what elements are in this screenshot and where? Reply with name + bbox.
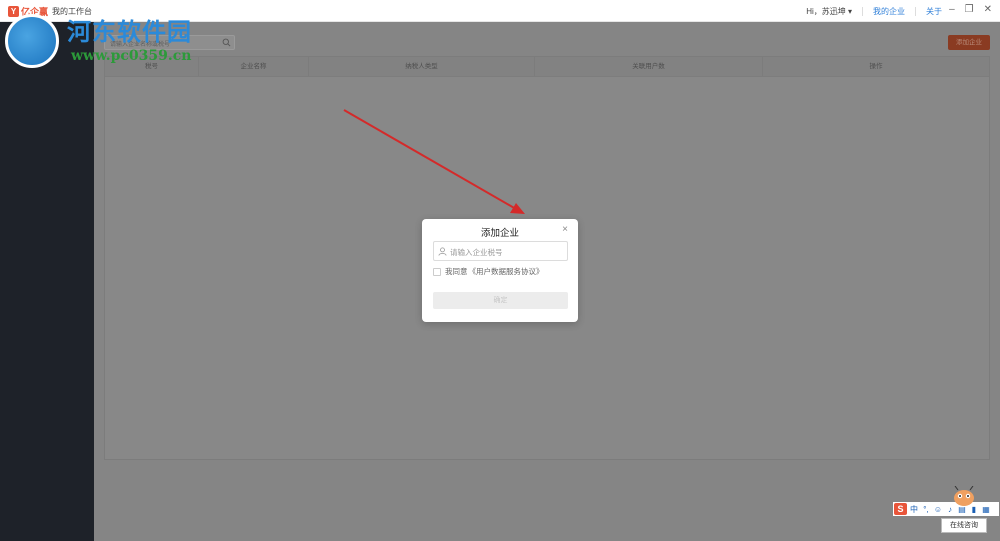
column-header: 操作 [869, 63, 883, 70]
user-icon [438, 247, 447, 256]
column-header: 纳税人类型 [309, 57, 535, 76]
window-controls: – ❐ ✕ [949, 4, 992, 15]
online-consult-button[interactable]: 在线咨询 [941, 518, 987, 533]
my-company-link[interactable]: 我的企业 [873, 6, 905, 17]
user-area: Hi，苏迅坤 ▾ 我的企业 关于 [806, 6, 942, 17]
sogou-ime-icon[interactable]: S [894, 503, 907, 515]
about-link[interactable]: 关于 [926, 6, 942, 17]
divider [862, 7, 863, 16]
table-header: 税号 企业名称 纳税人类型 关联用户数 操作 [105, 57, 989, 77]
ime-mode-label[interactable]: 中 [909, 504, 919, 515]
agreement-row: 我同意 《用户数据服务协议》 [433, 266, 544, 277]
minimize-icon[interactable]: – [949, 4, 955, 15]
watermark: 河东软件园 www.pc0359.cn [5, 12, 210, 72]
ime-toolbar: S 中 °, ☺ ♪ ▤ ▮ ▦ [893, 502, 999, 516]
restore-icon[interactable]: ❐ [965, 4, 974, 15]
divider [915, 7, 916, 16]
watermark-logo-icon [5, 14, 59, 68]
tax-number-placeholder: 请输入企业税号 [450, 248, 503, 257]
agree-label: 我同意 [445, 267, 468, 276]
confirm-button[interactable]: 确定 [433, 292, 568, 309]
mascot-icon [954, 486, 974, 506]
punctuation-icon[interactable]: °, [921, 505, 931, 514]
search-icon [222, 38, 231, 47]
user-greeting-label: Hi，苏迅坤 [806, 7, 846, 16]
close-icon[interactable]: × [562, 224, 568, 235]
watermark-title: 河东软件园 [67, 17, 192, 46]
tax-number-input[interactable]: 请输入企业税号 [433, 241, 568, 261]
agreement-link[interactable]: 《用户数据服务协议》 [469, 266, 544, 277]
emoji-icon[interactable]: ☺ [933, 505, 943, 514]
column-header: 企业名称 [199, 57, 309, 76]
toolbox-icon[interactable]: ▦ [981, 505, 991, 514]
add-company-button[interactable]: 添加企业 [948, 35, 990, 50]
add-company-dialog: 添加企业 × 请输入企业税号 我同意 《用户数据服务协议》 确定 [422, 219, 578, 322]
close-window-icon[interactable]: ✕ [984, 4, 992, 15]
column-header: 关联用户数 [535, 57, 763, 76]
agree-checkbox[interactable] [433, 267, 441, 276]
chevron-down-icon: ▾ [847, 7, 852, 16]
dialog-title: 添加企业 [480, 228, 519, 239]
sidebar [0, 22, 94, 541]
watermark-url: www.pc0359.cn [71, 48, 192, 64]
user-greeting[interactable]: Hi，苏迅坤 ▾ [806, 6, 852, 17]
